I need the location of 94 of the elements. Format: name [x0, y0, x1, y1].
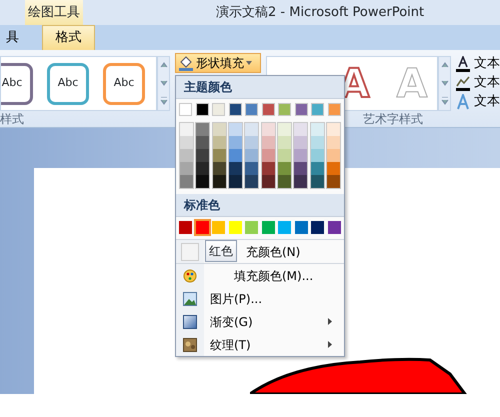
menu-item[interactable]: 图片(P)... [176, 287, 344, 310]
menu-item[interactable]: 纹理(T) [176, 333, 344, 356]
color-swatch[interactable] [326, 149, 340, 162]
color-swatch[interactable] [326, 162, 340, 175]
color-swatch[interactable] [196, 149, 210, 162]
color-swatch[interactable] [180, 149, 193, 162]
menu-section-header: 标准色 [176, 194, 344, 217]
color-swatch[interactable] [212, 162, 226, 175]
color-swatch[interactable] [180, 123, 193, 136]
color-swatch[interactable] [245, 149, 258, 162]
picture-icon [183, 292, 197, 306]
color-swatch[interactable] [310, 175, 324, 188]
color-swatch[interactable] [294, 149, 308, 162]
more-icon [440, 97, 448, 106]
color-swatch[interactable] [326, 136, 340, 149]
scroll-down-icon [440, 80, 448, 88]
color-swatch[interactable] [262, 175, 275, 188]
shape-style-sample[interactable]: Abc [1, 62, 33, 104]
color-swatch[interactable] [294, 175, 308, 188]
menu-item[interactable]: 渐变(G) [176, 310, 344, 333]
text-effects-icon [455, 94, 471, 110]
text-style-button[interactable]: 文本 [455, 92, 500, 111]
color-swatch[interactable] [311, 221, 324, 234]
color-swatch[interactable] [245, 123, 258, 136]
color-swatch[interactable] [180, 175, 193, 188]
paint-bucket-icon [178, 55, 194, 71]
color-swatch[interactable] [196, 123, 210, 136]
color-swatch[interactable] [310, 149, 324, 162]
color-swatch[interactable] [245, 221, 258, 234]
window-title: 演示文稿2 - Microsoft PowerPoint [216, 4, 424, 22]
color-swatch[interactable] [196, 221, 209, 234]
color-swatch[interactable] [278, 149, 291, 162]
color-swatch[interactable] [326, 123, 340, 136]
color-swatch[interactable] [245, 162, 258, 175]
empty-square-icon [181, 242, 199, 260]
menu-item[interactable]: 填充颜色(M)... [176, 264, 344, 287]
caret-icon [246, 61, 252, 65]
color-swatch[interactable] [245, 136, 258, 149]
color-swatch[interactable] [196, 136, 210, 149]
gradient-square-icon [183, 314, 197, 328]
group-label: 艺术字样式 [363, 111, 424, 128]
color-swatch[interactable] [294, 136, 308, 149]
color-swatch[interactable] [294, 221, 308, 234]
shape-fill-button[interactable]: 形状填充 [175, 53, 261, 73]
ribbon-tab[interactable]: 格式 [42, 25, 95, 50]
color-swatch[interactable] [278, 221, 292, 234]
color-swatch[interactable] [310, 136, 324, 149]
group-label: 样式 [0, 111, 25, 128]
color-swatch[interactable] [262, 162, 275, 175]
ribbon-tab[interactable]: 具 [0, 25, 25, 50]
color-swatch[interactable] [212, 149, 226, 162]
color-swatch[interactable] [278, 136, 291, 149]
color-swatch[interactable] [180, 162, 193, 175]
color-swatch[interactable] [294, 123, 308, 136]
shape-style-sample[interactable]: Abc [103, 62, 145, 104]
color-swatch[interactable] [262, 221, 275, 234]
contextual-tab-header: 绘图工具 [25, 0, 83, 25]
color-swatch[interactable] [262, 149, 275, 162]
color-swatch[interactable] [245, 175, 258, 188]
color-swatch[interactable] [310, 123, 324, 136]
scroll-down-icon [160, 80, 168, 88]
text-outline-icon [455, 74, 471, 90]
color-swatch[interactable] [326, 175, 340, 188]
tooltip: 红色 [205, 240, 237, 262]
color-swatch[interactable] [228, 149, 242, 162]
color-swatch[interactable] [262, 136, 275, 149]
color-swatch[interactable] [262, 123, 275, 136]
color-swatch[interactable] [228, 123, 242, 136]
color-swatch[interactable] [179, 221, 192, 234]
text-fill-icon [455, 56, 471, 72]
color-swatch[interactable] [212, 175, 226, 188]
color-swatch[interactable] [228, 136, 242, 149]
text-style-button[interactable]: 文本 [455, 73, 500, 92]
color-swatch[interactable] [212, 123, 226, 136]
palette-icon [183, 268, 197, 282]
color-swatch[interactable] [278, 123, 291, 136]
color-swatch[interactable] [294, 162, 308, 175]
color-swatch[interactable] [180, 136, 193, 149]
more-icon [160, 97, 168, 106]
color-swatch[interactable] [278, 162, 291, 175]
color-swatch[interactable] [196, 175, 210, 188]
color-swatch[interactable] [228, 162, 242, 175]
text-style-button[interactable]: 文本 [455, 54, 500, 73]
color-swatch[interactable] [196, 162, 210, 175]
texture-icon [183, 338, 197, 352]
color-swatch[interactable] [212, 136, 226, 149]
color-swatch[interactable] [278, 175, 291, 188]
color-swatch[interactable] [310, 162, 324, 175]
color-swatch[interactable] [328, 221, 341, 234]
scroll-up-icon [160, 62, 168, 70]
shape-style-sample[interactable]: Abc [47, 62, 89, 104]
color-swatch[interactable] [228, 175, 242, 188]
menu-section-header: 主题颜色 [176, 76, 344, 99]
scroll-up-icon [440, 62, 448, 70]
